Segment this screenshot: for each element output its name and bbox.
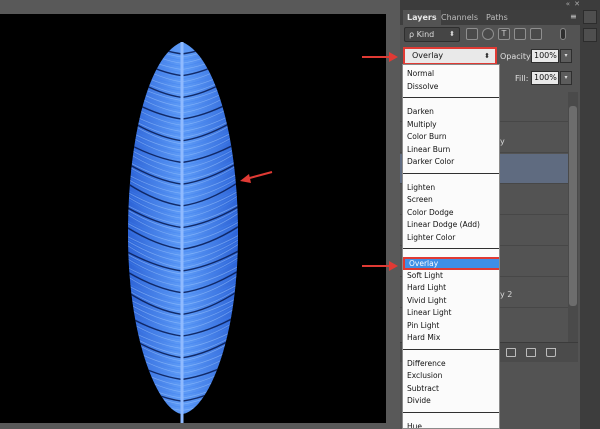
opacity-caret-icon[interactable]: ▾ bbox=[560, 49, 572, 63]
blend-caret-icon: ⬍ bbox=[484, 52, 490, 60]
blend-option-color-burn[interactable]: Color Burn bbox=[403, 131, 499, 144]
blend-option-linear-light[interactable]: Linear Light bbox=[403, 307, 499, 320]
blend-option-screen[interactable]: Screen bbox=[403, 194, 499, 207]
blend-option-hard-light[interactable]: Hard Light bbox=[403, 282, 499, 295]
blend-option-dissolve[interactable]: Dissolve bbox=[403, 81, 499, 94]
blend-option-overlay[interactable]: Overlay bbox=[403, 257, 499, 270]
panel-title-bar: « ✕ bbox=[400, 0, 600, 10]
blend-option-multiply[interactable]: Multiply bbox=[403, 119, 499, 132]
blend-option-color-dodge[interactable]: Color Dodge bbox=[403, 207, 499, 220]
tab-channels[interactable]: Channels bbox=[437, 10, 482, 25]
menu-separator bbox=[403, 97, 499, 98]
blend-option-subtract[interactable]: Subtract bbox=[403, 383, 499, 396]
close-icon[interactable]: ✕ bbox=[574, 0, 580, 8]
smart-object-filter-icon[interactable] bbox=[530, 28, 542, 40]
layer-name-fragment: y bbox=[500, 137, 505, 146]
document-canvas[interactable] bbox=[0, 14, 386, 423]
new-layer-icon[interactable] bbox=[526, 348, 536, 357]
arrow-blend-annotation bbox=[362, 52, 398, 62]
blend-mode-value: Overlay bbox=[412, 51, 444, 60]
kind-caret-icon: ⬍ bbox=[449, 30, 455, 38]
blend-option-linear-dodge-add[interactable]: Linear Dodge (Add) bbox=[403, 219, 499, 232]
folder-icon[interactable] bbox=[506, 348, 516, 357]
adjustment-filter-icon[interactable] bbox=[482, 28, 494, 40]
menu-separator bbox=[403, 172, 499, 174]
menu-separator bbox=[403, 411, 499, 413]
blend-option-darker-color[interactable]: Darker Color bbox=[403, 156, 499, 169]
arrow-feather-annotation bbox=[240, 171, 273, 183]
fill-input[interactable]: 100% bbox=[531, 71, 559, 85]
collapse-icon[interactable]: « bbox=[566, 0, 570, 8]
panel-dock-button[interactable] bbox=[583, 10, 597, 24]
canvas-area bbox=[0, 0, 400, 429]
blend-option-normal[interactable]: Normal bbox=[403, 68, 499, 81]
layer-name-fragment: y 2 bbox=[500, 290, 513, 299]
arrow-overlay-annotation bbox=[362, 261, 398, 271]
panel-tabs: Layers Channels Paths bbox=[400, 10, 580, 25]
panel-menu-icon[interactable]: ≡ bbox=[570, 12, 577, 21]
blend-option-soft-light[interactable]: Soft Light bbox=[403, 270, 499, 283]
kind-filter-label: ρ Kind bbox=[409, 30, 435, 39]
blend-option-vivid-light[interactable]: Vivid Light bbox=[403, 295, 499, 308]
menu-separator bbox=[403, 248, 499, 249]
image-filter-icon[interactable] bbox=[466, 28, 478, 40]
right-tool-strip bbox=[580, 10, 600, 429]
blend-option-difference[interactable]: Difference bbox=[403, 358, 499, 371]
scrollbar-thumb[interactable] bbox=[569, 106, 577, 306]
blend-option-hue[interactable]: Hue bbox=[403, 421, 499, 429]
tab-paths[interactable]: Paths bbox=[482, 10, 512, 25]
kind-filter-select[interactable]: ρ Kind ⬍ bbox=[404, 27, 460, 42]
panel-dock-button[interactable] bbox=[583, 28, 597, 42]
blend-option-exclusion[interactable]: Exclusion bbox=[403, 370, 499, 383]
blend-mode-select[interactable]: Overlay ⬍ bbox=[403, 47, 497, 65]
fill-caret-icon[interactable]: ▾ bbox=[560, 71, 572, 85]
blend-option-lighten[interactable]: Lighten bbox=[403, 182, 499, 195]
blend-option-linear-burn[interactable]: Linear Burn bbox=[403, 144, 499, 157]
blend-option-hard-mix[interactable]: Hard Mix bbox=[403, 332, 499, 345]
trash-icon[interactable] bbox=[546, 348, 556, 357]
blend-option-lighter-color[interactable]: Lighter Color bbox=[403, 232, 499, 245]
layers-scrollbar[interactable] bbox=[568, 92, 578, 342]
tab-layers[interactable]: Layers bbox=[403, 10, 441, 25]
blend-mode-dropdown: Normal Dissolve Darken Multiply Color Burn Li… bbox=[402, 64, 500, 429]
opacity-input[interactable]: 100% bbox=[531, 49, 559, 63]
filter-toggle[interactable] bbox=[560, 28, 566, 40]
blend-option-darken[interactable]: Darken bbox=[403, 106, 499, 119]
feather-image bbox=[128, 42, 238, 423]
shape-filter-icon[interactable] bbox=[514, 28, 526, 40]
fill-label: Fill: bbox=[515, 74, 529, 83]
blend-option-pin-light[interactable]: Pin Light bbox=[403, 320, 499, 333]
type-filter-icon[interactable]: T bbox=[498, 28, 510, 40]
menu-separator bbox=[403, 348, 499, 350]
blend-option-divide[interactable]: Divide bbox=[403, 395, 499, 408]
opacity-label: Opacity: bbox=[500, 52, 533, 61]
